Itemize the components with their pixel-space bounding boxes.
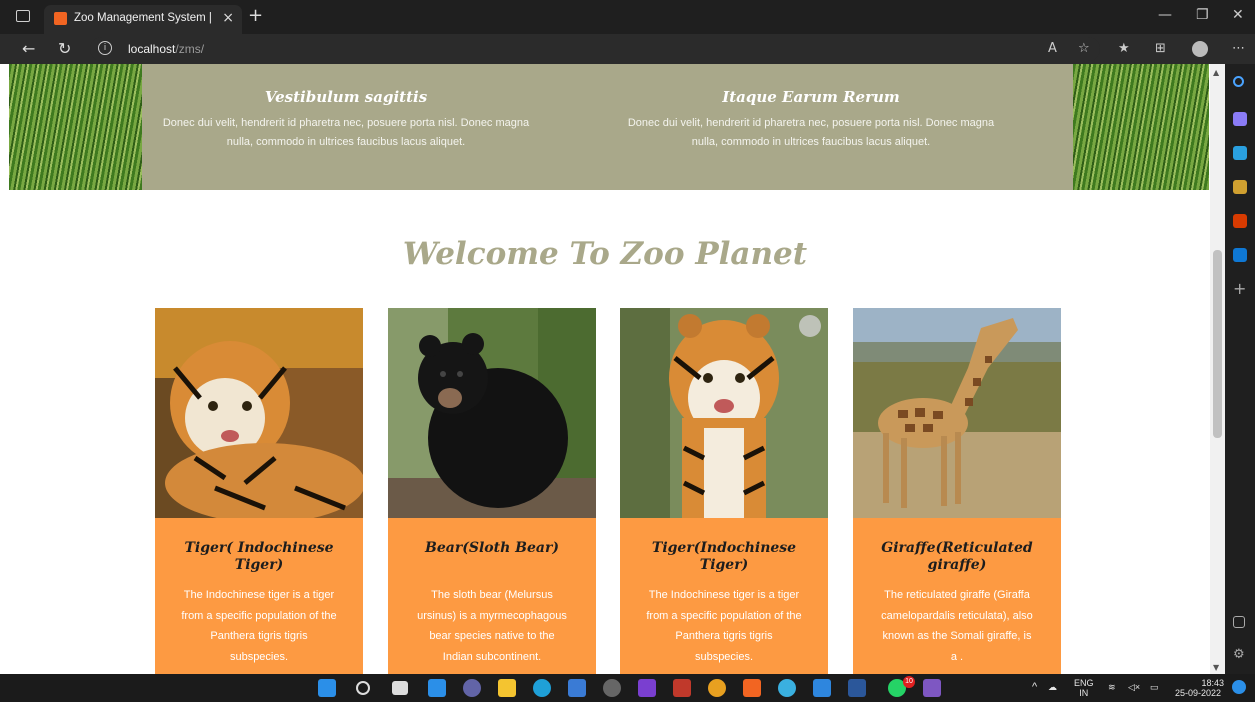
tools-icon[interactable] (1233, 180, 1247, 194)
animal-card-giraffe[interactable]: Giraffe(Reticulated giraffe) The reticul… (853, 308, 1061, 674)
site-favicon-icon (54, 12, 67, 25)
widgets-icon[interactable] (428, 679, 446, 697)
battery-icon[interactable]: ▭ (1150, 682, 1159, 692)
visual-studio-icon[interactable] (638, 679, 656, 697)
shopping-icon[interactable] (1233, 146, 1247, 160)
scroll-up-icon[interactable]: ▲ (1213, 68, 1219, 77)
wifi-icon[interactable]: ≋ (1108, 682, 1116, 692)
grass-image-left (9, 64, 142, 190)
more-menu-icon[interactable]: ⋯ (1232, 41, 1245, 56)
outlook-icon[interactable] (1233, 248, 1247, 262)
url-path: /zms/ (175, 42, 205, 56)
copilot-icon[interactable] (1233, 112, 1247, 126)
app-icon[interactable] (923, 679, 941, 697)
black-bear-image (388, 308, 596, 518)
taskbar-search-icon[interactable] (356, 681, 370, 695)
card-title: Tiger( Indochinese Tiger) (184, 540, 334, 573)
card-title: Bear(Sloth Bear) (425, 540, 559, 556)
github-icon[interactable] (603, 679, 621, 697)
scrollbar-thumb[interactable] (1213, 250, 1222, 438)
address-bar[interactable]: i localhost/zms/ (90, 37, 1100, 61)
grass-image-right (1073, 64, 1209, 190)
collections-icon[interactable]: ⊞ (1155, 41, 1166, 56)
windows-taskbar: 10 ^ ☁ ENG IN ≋ ◁× ▭ 18:43 25-09-2022 (0, 674, 1255, 702)
add-sidebar-icon[interactable]: + (1233, 281, 1247, 297)
banner-column-2: Itaque Earum Rerum Donec dui velit, hend… (621, 88, 1001, 152)
card-text: The reticulated giraffe (Giraffa camelop… (881, 589, 1033, 663)
banner-column-1-title: Vestibulum sagittis (264, 88, 428, 106)
favorites-icon[interactable]: ★ (1118, 41, 1130, 56)
card-text: The sloth bear (Melursus ursinus) is a m… (417, 589, 567, 663)
onedrive-icon[interactable]: ☁ (1048, 682, 1057, 692)
page-viewport: Vestibulum sagittis Donec dui velit, hen… (0, 64, 1210, 674)
photos-icon[interactable] (813, 679, 831, 697)
clock[interactable]: 18:43 25-09-2022 (1172, 678, 1224, 698)
close-window-button[interactable]: ✕ (1232, 7, 1244, 23)
url-host: localhost (128, 42, 176, 56)
banner-column-1: Vestibulum sagittis Donec dui velit, hen… (156, 88, 536, 152)
banner-column-2-text: Donec dui velit, hendrerit id pharetra n… (627, 117, 995, 148)
language-indicator[interactable]: ENG IN (1074, 678, 1094, 698)
back-arrow-icon[interactable]: ← (22, 39, 35, 58)
browser-toolbar: ← ↻ i localhost/zms/ A ☆ ★ ⊞ ⋯ (0, 34, 1255, 64)
banner-column-2-title: Itaque Earum Rerum (722, 88, 900, 106)
features-banner: Vestibulum sagittis Donec dui velit, hen… (9, 64, 1209, 190)
task-view-icon[interactable] (392, 681, 408, 695)
restore-button[interactable]: ❐ (1196, 7, 1209, 23)
volume-icon[interactable]: ◁× (1128, 682, 1140, 692)
tab-actions-icon[interactable] (16, 10, 30, 22)
whatsapp-notification-badge: 10 (903, 676, 915, 688)
search-icon[interactable] (1233, 76, 1244, 87)
show-hidden-icons-icon[interactable]: ^ (1032, 682, 1037, 693)
card-text: The Indochinese tiger is a tiger from a … (646, 589, 802, 663)
minimize-button[interactable]: — (1158, 7, 1172, 23)
giraffe-image (853, 308, 1061, 518)
refresh-icon[interactable]: ↻ (58, 39, 71, 58)
welcome-heading: Welcome To Zoo Planet (402, 236, 808, 272)
tiger-lying-image (155, 308, 363, 518)
file-explorer-icon[interactable] (498, 679, 516, 697)
hide-sidebar-icon[interactable] (1233, 616, 1245, 628)
word-icon[interactable] (848, 679, 866, 697)
active-tab[interactable]: Zoo Management System | Hom × (44, 5, 242, 34)
edge-icon[interactable] (533, 679, 551, 697)
animal-card-tiger-1[interactable]: Tiger( Indochinese Tiger) The Indochines… (155, 308, 363, 674)
sidebar-settings-icon[interactable]: ⚙ (1233, 648, 1247, 662)
language-code: ENG (1074, 678, 1094, 688)
site-info-icon[interactable]: i (98, 41, 112, 55)
card-title: Tiger(Indochinese Tiger) (651, 540, 797, 573)
tab-close-icon[interactable]: × (222, 10, 234, 26)
add-favorite-icon[interactable]: ☆ (1078, 41, 1090, 56)
read-aloud-icon[interactable]: A (1048, 41, 1057, 56)
browser-app-icon[interactable] (778, 679, 796, 697)
tiger-standing-image (620, 308, 828, 518)
profile-avatar-icon[interactable] (1192, 41, 1208, 57)
card-text: The Indochinese tiger is a tiger from a … (181, 589, 337, 663)
animal-card-bear[interactable]: Bear(Sloth Bear) The sloth bear (Melursu… (388, 308, 596, 674)
notification-icon[interactable] (1232, 680, 1246, 694)
chrome-icon[interactable] (708, 679, 726, 697)
xampp-icon[interactable] (743, 679, 761, 697)
region-code: IN (1079, 688, 1089, 698)
clock-date: 25-09-2022 (1174, 688, 1222, 698)
banner-column-1-text: Donec dui velit, hendrerit id pharetra n… (162, 117, 530, 148)
new-tab-icon[interactable]: + (248, 5, 263, 26)
start-icon[interactable] (318, 679, 336, 697)
shield-app-icon[interactable] (673, 679, 691, 697)
scroll-down-icon[interactable]: ▼ (1213, 663, 1219, 672)
edge-sidebar: + ⚙ (1225, 64, 1255, 674)
url-text: localhost/zms/ (128, 42, 204, 56)
page-scrollbar[interactable]: ▲ ▼ (1210, 64, 1225, 674)
office-icon[interactable] (1233, 214, 1247, 228)
screen: Zoo Management System | Hom × + — ❐ ✕ ← … (0, 0, 1255, 702)
tab-title: Zoo Management System | Hom (74, 12, 214, 24)
store-icon[interactable] (568, 679, 586, 697)
animal-card-tiger-2[interactable]: Tiger(Indochinese Tiger) The Indochinese… (620, 308, 828, 674)
teams-icon[interactable] (463, 679, 481, 697)
card-title: Giraffe(Reticulated giraffe) (881, 540, 1033, 573)
clock-time: 18:43 (1201, 678, 1224, 688)
browser-tab-bar: Zoo Management System | Hom × + — ❐ ✕ (0, 0, 1255, 34)
